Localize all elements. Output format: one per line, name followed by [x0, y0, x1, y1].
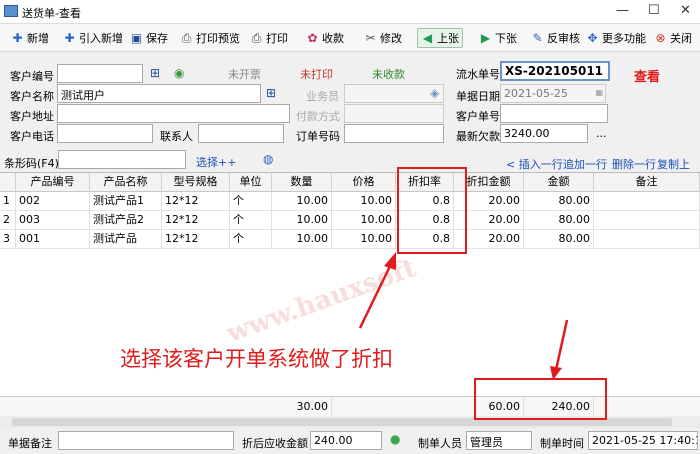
arrow-to-discount [358, 261, 394, 329]
receivable-label: 折后应收金额 [242, 437, 308, 450]
make-time-label: 制单时间 [540, 437, 584, 450]
annotation-text: 选择该客户开单系统做了折扣 [120, 347, 393, 371]
receivable-input: 240.00 [310, 431, 382, 450]
status-dot-icon: ● [390, 432, 401, 446]
make-time-input: 2021-05-25 17:40:10 [588, 431, 698, 450]
remark-input[interactable] [58, 431, 234, 450]
arrow-head-total [550, 366, 562, 380]
maker-input: 管理员 [466, 431, 532, 450]
maker-label: 制单人员 [418, 437, 462, 450]
arrow-to-total [554, 319, 569, 371]
arrow-head-discount [384, 252, 396, 270]
footer-bar: 单据备注 折后应收金额 240.00 ● 制单人员 管理员 制单时间 2021-… [0, 428, 700, 454]
annotation-arrows [358, 252, 569, 380]
remark-label: 单据备注 [8, 437, 52, 450]
